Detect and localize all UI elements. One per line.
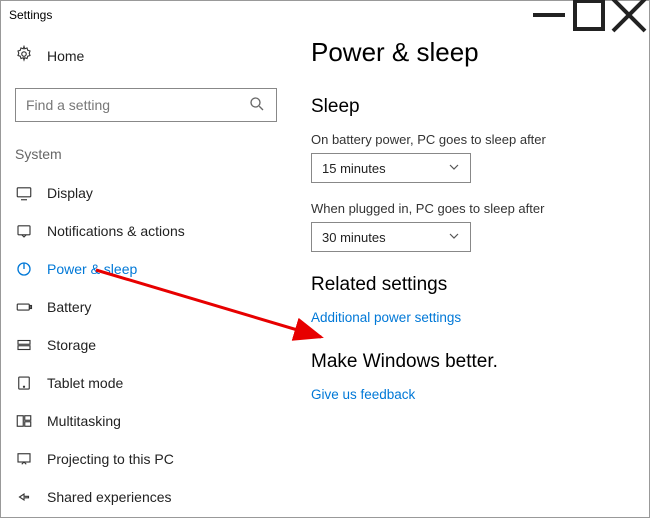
sidebar-item-shared-experiences[interactable]: Shared experiences: [15, 478, 277, 516]
search-input[interactable]: [15, 88, 277, 122]
sidebar-item-label: Projecting to this PC: [47, 451, 174, 467]
sidebar-item-label: Battery: [47, 299, 91, 315]
search-icon: [248, 95, 266, 116]
power-icon: [15, 260, 33, 278]
projecting-icon: [15, 450, 33, 468]
sidebar-item-label: Notifications & actions: [47, 223, 185, 239]
titlebar: Settings: [1, 1, 649, 29]
sidebar-item-label: Display: [47, 185, 93, 201]
storage-icon: [15, 336, 33, 354]
sidebar-item-battery[interactable]: Battery: [15, 288, 277, 326]
sidebar-item-storage[interactable]: Storage: [15, 326, 277, 364]
battery-sleep-label: On battery power, PC goes to sleep after: [311, 132, 629, 147]
sidebar-item-label: Tablet mode: [47, 375, 123, 391]
sidebar-item-projecting[interactable]: Projecting to this PC: [15, 440, 277, 478]
battery-sleep-select[interactable]: 15 minutes: [311, 153, 471, 183]
page-title: Power & sleep: [311, 37, 629, 68]
shared-icon: [15, 488, 33, 506]
window-title: Settings: [9, 8, 52, 22]
tablet-icon: [15, 374, 33, 392]
sidebar-item-display[interactable]: Display: [15, 174, 277, 212]
close-button[interactable]: [609, 1, 649, 29]
section-label: System: [15, 146, 277, 162]
feedback-heading: Make Windows better.: [311, 351, 629, 373]
battery-icon: [15, 298, 33, 316]
maximize-button[interactable]: [569, 1, 609, 29]
plugged-sleep-value: 30 minutes: [322, 230, 386, 245]
home-label: Home: [47, 48, 84, 64]
sleep-heading: Sleep: [311, 96, 629, 118]
notifications-icon: [15, 222, 33, 240]
give-feedback-link[interactable]: Give us feedback: [311, 387, 629, 402]
sidebar-item-label: Shared experiences: [47, 489, 172, 505]
sidebar-item-label: Storage: [47, 337, 96, 353]
chevron-down-icon: [448, 230, 460, 245]
sidebar: Home System Display Notifications & acti…: [1, 29, 291, 517]
search-field[interactable]: [26, 97, 248, 113]
sidebar-item-power-sleep[interactable]: Power & sleep: [15, 250, 277, 288]
content-area: Power & sleep Sleep On battery power, PC…: [291, 29, 649, 517]
battery-sleep-value: 15 minutes: [322, 161, 386, 176]
gear-icon: [15, 45, 33, 66]
sidebar-item-label: Multitasking: [47, 413, 121, 429]
sidebar-item-tablet-mode[interactable]: Tablet mode: [15, 364, 277, 402]
related-settings-heading: Related settings: [311, 274, 629, 296]
sidebar-item-label: Power & sleep: [47, 261, 137, 277]
additional-power-settings-link[interactable]: Additional power settings: [311, 310, 629, 325]
sidebar-item-notifications[interactable]: Notifications & actions: [15, 212, 277, 250]
plugged-sleep-label: When plugged in, PC goes to sleep after: [311, 201, 629, 216]
sidebar-item-multitasking[interactable]: Multitasking: [15, 402, 277, 440]
home-button[interactable]: Home: [15, 41, 277, 70]
chevron-down-icon: [448, 161, 460, 176]
multitasking-icon: [15, 412, 33, 430]
display-icon: [15, 184, 33, 202]
plugged-sleep-select[interactable]: 30 minutes: [311, 222, 471, 252]
minimize-button[interactable]: [529, 1, 569, 29]
